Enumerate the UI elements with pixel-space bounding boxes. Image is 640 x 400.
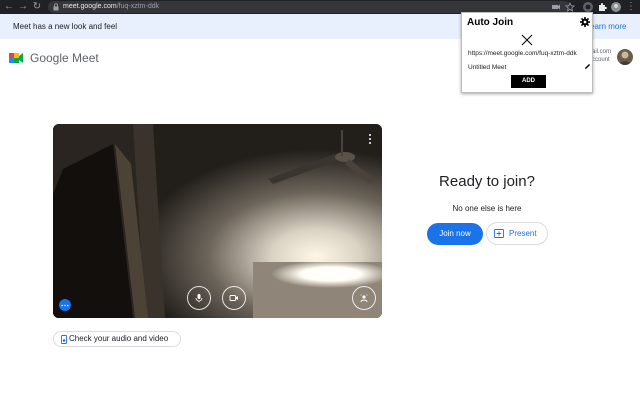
forward-icon[interactable]: → xyxy=(18,1,28,13)
effects-button[interactable] xyxy=(352,286,376,310)
present-label: Present xyxy=(509,229,537,238)
address-bar-url: meet.google.com/fuq-xztm-ddk xyxy=(63,0,159,14)
camera-preview xyxy=(53,124,382,318)
check-audio-video-label: Check your audio and video xyxy=(69,334,169,343)
meet-logo-icon xyxy=(9,53,23,63)
present-button[interactable]: Present xyxy=(486,222,548,245)
check-audio-video-button[interactable]: Check your audio and video xyxy=(53,331,181,347)
banner-text: Meet has a new look and feel xyxy=(13,22,118,31)
extension-icon[interactable] xyxy=(550,2,560,12)
present-icon xyxy=(494,229,504,238)
auto-join-extension-icon[interactable] xyxy=(583,2,593,12)
auto-join-popup: Auto Join https://meet.google.com/fuq-xz… xyxy=(461,12,593,93)
back-icon[interactable]: ← xyxy=(4,1,14,13)
add-button[interactable]: ADD xyxy=(511,75,546,88)
more-options-button[interactable] xyxy=(59,299,71,311)
popup-title: Auto Join xyxy=(467,17,514,28)
account-info: ail.com ccount xyxy=(592,48,611,64)
profile-icon[interactable] xyxy=(611,2,621,12)
audio-check-icon xyxy=(61,335,67,344)
url-host: meet.google.com xyxy=(63,3,117,10)
camera-feed xyxy=(53,124,382,318)
join-now-button[interactable]: Join now xyxy=(427,223,483,245)
reload-icon[interactable]: ↻ xyxy=(32,1,42,13)
meeting-name: Untitled Meet xyxy=(468,64,507,71)
lock-icon xyxy=(53,3,59,11)
url-path: /fuq-xztm-ddk xyxy=(116,3,160,10)
browser-menu-icon[interactable]: ⋮ xyxy=(626,1,636,13)
more-horiz-icon xyxy=(61,304,69,306)
meeting-url: https://meet.google.com/fuq-xztm-ddk xyxy=(468,50,577,57)
star-icon[interactable] xyxy=(565,2,575,12)
pencil-icon[interactable] xyxy=(584,63,591,70)
effects-icon xyxy=(360,294,368,303)
participants-status: No one else is here xyxy=(452,204,522,213)
more-vert-icon[interactable] xyxy=(367,133,373,145)
product-name: Google Meet xyxy=(30,51,99,65)
close-icon[interactable] xyxy=(520,33,534,47)
microphone-button[interactable] xyxy=(187,286,211,310)
ready-title: Ready to join? xyxy=(439,173,535,190)
account-email: ail.com xyxy=(592,49,612,55)
camera-button[interactable] xyxy=(222,286,246,310)
camera-icon xyxy=(229,295,238,301)
microphone-icon xyxy=(195,294,203,303)
puzzle-icon[interactable] xyxy=(597,2,607,12)
account-label: ccount xyxy=(592,57,610,63)
learn-more-link[interactable]: earn more xyxy=(590,14,626,39)
gear-icon[interactable] xyxy=(580,17,590,27)
avatar[interactable] xyxy=(617,49,633,65)
